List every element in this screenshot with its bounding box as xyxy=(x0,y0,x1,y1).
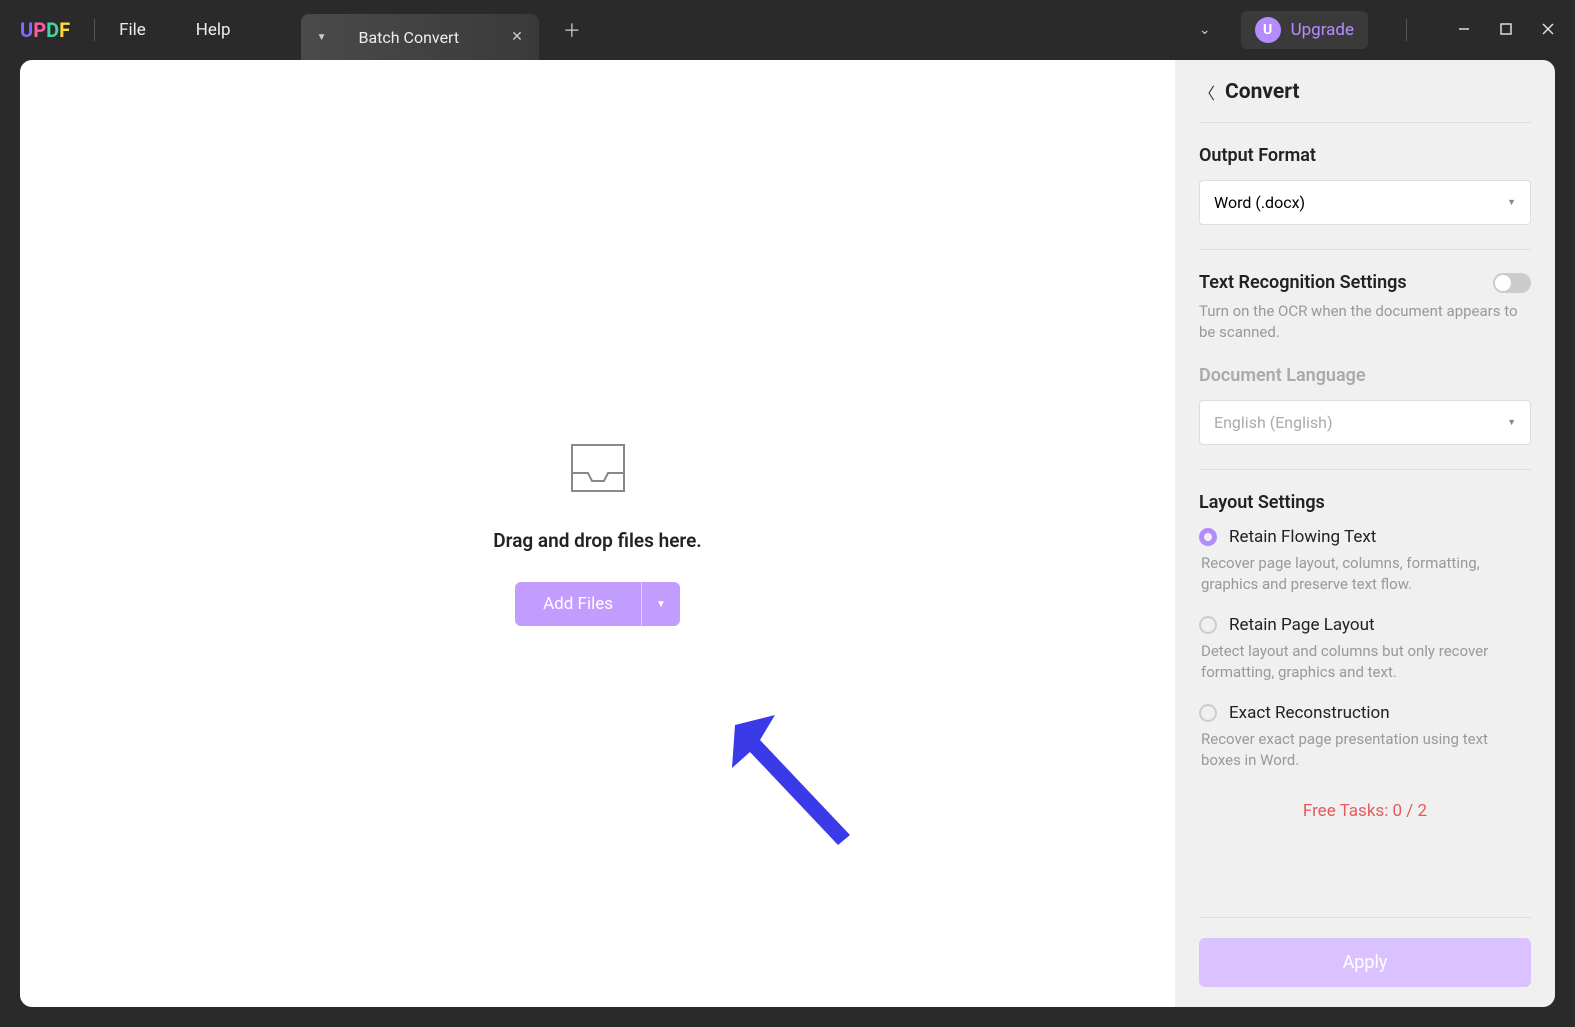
convert-panel: 〈 Convert Output Format Word (.docx) ▼ T… xyxy=(1175,60,1555,1007)
window-controls xyxy=(1457,21,1555,40)
divider xyxy=(1199,469,1531,470)
output-format-value: Word (.docx) xyxy=(1214,193,1305,212)
divider xyxy=(94,19,95,41)
upgrade-button[interactable]: U Upgrade xyxy=(1241,11,1368,49)
toggle-knob xyxy=(1495,275,1511,291)
radio-desc: Recover exact page presentation using te… xyxy=(1201,729,1531,771)
chevron-down-icon[interactable]: ⌄ xyxy=(1199,22,1211,38)
panel-header: 〈 Convert xyxy=(1199,80,1531,104)
caret-down-icon: ▼ xyxy=(1507,197,1516,208)
drop-zone: Drag and drop files here. Add Files ▼ xyxy=(493,441,701,626)
radio-icon xyxy=(1199,616,1217,634)
divider xyxy=(1199,249,1531,250)
add-files-label: Add Files xyxy=(515,582,641,626)
radio-desc: Detect layout and columns but only recov… xyxy=(1201,641,1531,683)
upgrade-badge-icon: U xyxy=(1255,17,1281,43)
panel-title: Convert xyxy=(1225,80,1300,104)
radio-desc: Recover page layout, columns, formatting… xyxy=(1201,553,1531,595)
caret-down-icon: ▼ xyxy=(1507,417,1516,428)
layout-settings-label: Layout Settings xyxy=(1199,492,1531,513)
radio-exact-reconstruction[interactable]: Exact Reconstruction Recover exact page … xyxy=(1199,703,1531,771)
upgrade-label: Upgrade xyxy=(1291,20,1354,40)
menu-help[interactable]: Help xyxy=(196,20,231,40)
output-format-select[interactable]: Word (.docx) ▼ xyxy=(1199,180,1531,225)
apply-section: Apply xyxy=(1199,917,1531,987)
apply-button[interactable]: Apply xyxy=(1199,938,1531,987)
radio-label: Exact Reconstruction xyxy=(1229,703,1390,723)
ocr-toggle[interactable] xyxy=(1493,273,1531,293)
divider xyxy=(1406,19,1407,41)
app-logo: U P D F xyxy=(20,18,70,42)
maximize-button[interactable] xyxy=(1499,21,1513,40)
language-value: English (English) xyxy=(1214,413,1333,432)
radio-label: Retain Flowing Text xyxy=(1229,527,1376,547)
divider xyxy=(1199,122,1531,123)
radio-label: Retain Page Layout xyxy=(1229,615,1375,635)
tab-close-icon[interactable]: ✕ xyxy=(511,29,523,45)
tab-dropdown-icon[interactable]: ▼ xyxy=(317,32,327,43)
minimize-button[interactable] xyxy=(1457,21,1471,40)
close-button[interactable] xyxy=(1541,21,1555,40)
ocr-row: Text Recognition Settings xyxy=(1199,272,1531,293)
radio-retain-flowing[interactable]: Retain Flowing Text Recover page layout,… xyxy=(1199,527,1531,595)
radio-icon xyxy=(1199,704,1217,722)
radio-retain-page[interactable]: Retain Page Layout Detect layout and col… xyxy=(1199,615,1531,683)
menu-file[interactable]: File xyxy=(119,20,146,40)
new-tab-button[interactable]: ＋ xyxy=(563,17,581,43)
workspace: Drag and drop files here. Add Files ▼ 〈 … xyxy=(0,60,1575,1027)
free-tasks-counter: Free Tasks: 0 / 2 xyxy=(1199,801,1531,821)
language-label: Document Language xyxy=(1199,365,1531,386)
tab-label: Batch Convert xyxy=(358,28,459,47)
tab-batch-convert[interactable]: ▼ Batch Convert ✕ xyxy=(301,14,539,60)
inbox-icon xyxy=(493,441,701,499)
back-icon[interactable]: 〈 xyxy=(1199,80,1215,104)
add-files-button[interactable]: Add Files ▼ xyxy=(515,582,680,626)
output-format-label: Output Format xyxy=(1199,145,1531,166)
tab-bar: ▼ Batch Convert ✕ ＋ xyxy=(301,0,581,60)
topbar-right: ⌄ U Upgrade xyxy=(1199,11,1555,49)
ocr-desc: Turn on the OCR when the document appear… xyxy=(1199,301,1531,343)
add-files-dropdown-icon[interactable]: ▼ xyxy=(641,582,680,626)
annotation-arrow-icon xyxy=(720,710,860,854)
radio-icon xyxy=(1199,528,1217,546)
ocr-label: Text Recognition Settings xyxy=(1199,272,1407,293)
drop-text: Drag and drop files here. xyxy=(493,529,701,552)
title-bar: U P D F File Help ▼ Batch Convert ✕ ＋ ⌄ … xyxy=(0,0,1575,60)
language-select[interactable]: English (English) ▼ xyxy=(1199,400,1531,445)
main-drop-area[interactable]: Drag and drop files here. Add Files ▼ xyxy=(20,60,1175,1007)
